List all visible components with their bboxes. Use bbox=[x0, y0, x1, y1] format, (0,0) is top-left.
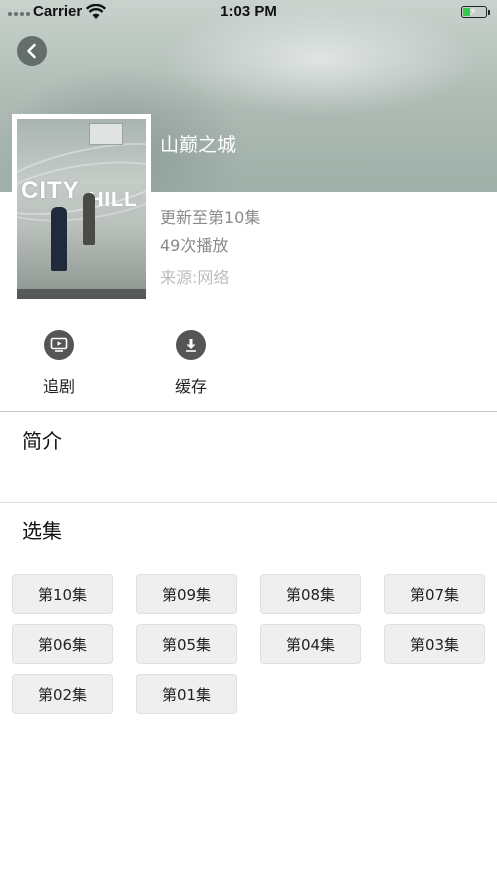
follow-label: 追剧 bbox=[42, 377, 75, 396]
episode-button[interactable]: 第06集 bbox=[12, 624, 113, 664]
poster-title-hill: HILL bbox=[89, 189, 138, 211]
divider bbox=[0, 411, 497, 412]
poster-figure bbox=[83, 193, 95, 245]
episode-button[interactable]: 第07集 bbox=[384, 574, 485, 614]
episode-button[interactable]: 第10集 bbox=[12, 574, 113, 614]
episode-button[interactable]: 第03集 bbox=[384, 624, 485, 664]
battery-cap bbox=[488, 10, 490, 15]
episode-button[interactable]: 第02集 bbox=[12, 674, 113, 714]
play-count: 49次播放 bbox=[160, 236, 229, 255]
poster-bottom-strip bbox=[17, 289, 146, 299]
back-button[interactable] bbox=[17, 36, 47, 66]
poster-title-city: CITY bbox=[21, 177, 80, 204]
poster-truck-graphic bbox=[89, 123, 123, 145]
charging-bolt-icon: ⚡ bbox=[469, 5, 477, 18]
poster-figure bbox=[51, 207, 67, 271]
cache-label: 缓存 bbox=[174, 377, 207, 396]
chevron-left-icon bbox=[27, 43, 36, 59]
episode-button[interactable]: 第01集 bbox=[136, 674, 237, 714]
episodes-heading: 选集 bbox=[22, 519, 62, 543]
clock-time: 1:03 PM bbox=[220, 3, 277, 20]
download-icon bbox=[176, 330, 206, 360]
update-status: 更新至第10集 bbox=[160, 208, 261, 227]
poster-image: CITY HILL bbox=[17, 119, 146, 299]
episode-button[interactable]: 第04集 bbox=[260, 624, 361, 664]
source-label: 来源:网络 bbox=[160, 268, 230, 287]
cache-button[interactable]: 缓存 bbox=[159, 330, 223, 397]
poster-frame: CITY HILL bbox=[12, 114, 151, 304]
follow-button[interactable]: 追剧 bbox=[27, 330, 91, 397]
episode-button[interactable]: 第09集 bbox=[136, 574, 237, 614]
intro-heading: 简介 bbox=[22, 429, 62, 453]
battery-icon: ⚡ bbox=[461, 5, 487, 18]
divider bbox=[0, 502, 497, 503]
episode-button[interactable]: 第08集 bbox=[260, 574, 361, 614]
status-bar: Carrier 1:03 PM ⚡ bbox=[0, 0, 497, 26]
episode-button[interactable]: 第05集 bbox=[136, 624, 237, 664]
show-title: 山巅之城 bbox=[160, 134, 237, 156]
tv-play-icon bbox=[44, 330, 74, 360]
